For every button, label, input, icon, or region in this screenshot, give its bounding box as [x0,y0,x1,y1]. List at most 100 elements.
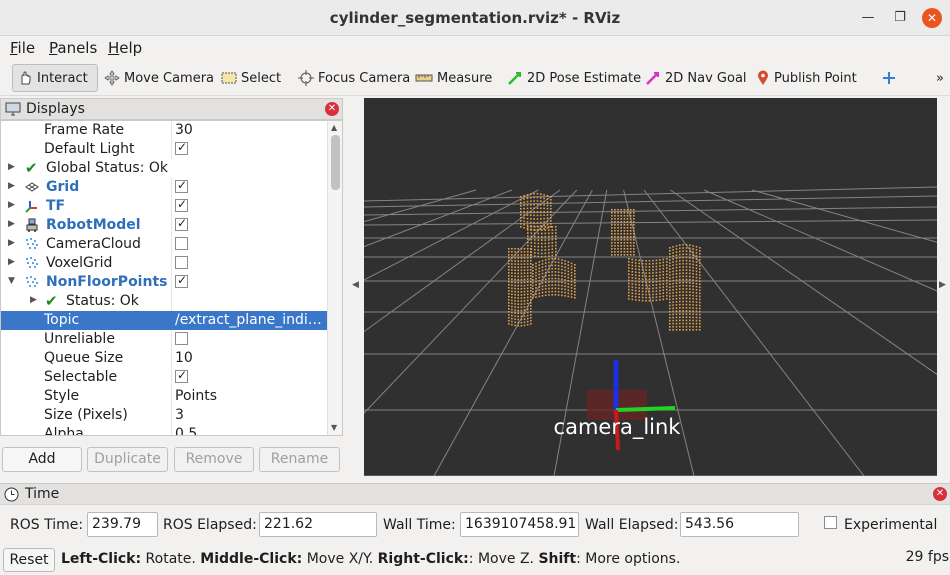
add-display-button[interactable]: Add [2,447,82,472]
rename-display-button[interactable]: Rename [259,447,340,472]
scroll-up-icon[interactable]: ▲ [331,123,337,132]
display-row-tf[interactable]: ▶ TF [1,197,327,216]
cloud-point [695,313,698,316]
cloud-point [662,289,665,291]
camera-cloud-enabled-checkbox[interactable] [175,236,188,250]
property-row-default-light[interactable]: Default Light [1,140,327,159]
tf-enabled-checkbox[interactable] [175,198,188,212]
cloud-point [517,284,519,287]
selectable-checkbox[interactable] [175,369,188,383]
cloud-point [555,226,557,228]
menu-panels[interactable]: Panels [49,39,97,57]
collapse-left-icon[interactable]: ◀ [352,280,359,290]
expand-arrow-icon[interactable]: ▶ [8,257,15,267]
property-row-size-pixels[interactable]: Size (Pixels) 3 [1,406,327,425]
wall-elapsed-field[interactable]: 543.56 [680,512,799,537]
collapse-right-icon[interactable]: ▶ [939,280,946,290]
displays-tree[interactable]: Frame Rate 30 Default Light ▶ ✔ Global S… [0,120,343,436]
cloud-point [523,266,526,268]
unreliable-checkbox[interactable] [175,331,188,345]
cloud-point [611,218,613,220]
interact-tool-button[interactable]: Interact [12,64,98,92]
cloud-point [672,319,674,322]
render-3d-view[interactable]: camera_link [364,98,937,476]
default-light-checkbox[interactable] [175,141,188,155]
property-row-topic[interactable]: Topic /extract_plane_indi… [1,311,327,330]
remove-display-button[interactable]: Remove [174,447,254,472]
experimental-checkbox[interactable] [824,516,837,529]
expand-arrow-icon[interactable]: ▶ [8,219,15,229]
property-row-queue-size[interactable]: Queue Size 10 [1,349,327,368]
right-splitter[interactable]: ▶ [937,98,950,478]
grid-enabled-checkbox[interactable] [175,179,188,193]
expand-arrow-icon[interactable]: ▶ [8,162,15,172]
property-value[interactable]: 3 [175,407,327,423]
cloud-point [669,289,671,292]
measure-tool-button[interactable]: Measure [411,64,496,92]
select-tool-button[interactable]: Select [217,64,285,92]
property-row-unreliable[interactable]: Unreliable [1,330,327,349]
cloud-point [617,209,619,211]
cloud-point [626,236,629,238]
collapse-arrow-icon[interactable]: ▼ [8,276,15,286]
robot-model-enabled-checkbox[interactable] [175,217,188,231]
cloud-point [638,284,640,286]
duplicate-display-button[interactable]: Duplicate [87,447,168,472]
display-row-voxel-grid[interactable]: ▶ VoxelGrid [1,254,327,273]
close-window-button[interactable]: ✕ [922,8,942,28]
cloud-point [544,288,547,290]
cloud-point [520,260,523,262]
reset-button[interactable]: Reset [3,548,55,572]
property-value[interactable]: 30 [175,122,327,138]
toolbar-overflow-button[interactable]: » [932,64,948,92]
cloud-point [699,286,701,289]
cloud-point [526,200,529,203]
expand-arrow-icon[interactable]: ▶ [8,238,15,248]
voxel-grid-enabled-checkbox[interactable] [175,255,188,269]
publish-point-tool-button[interactable]: Publish Point [752,64,861,92]
property-value[interactable]: 0.5 [175,426,327,435]
property-row-selectable[interactable]: Selectable [1,368,327,387]
display-row-status-ok[interactable]: ▶ ✔ Status: Ok [1,292,327,311]
expand-arrow-icon[interactable]: ▶ [8,200,15,210]
cloud-point [611,242,613,244]
scene-canvas[interactable]: camera_link [364,98,937,476]
pose-estimate-tool-button[interactable]: 2D Pose Estimate [503,64,645,92]
cloud-point [523,227,525,229]
cloud-point [517,254,519,256]
maximize-button[interactable]: ❐ [890,8,910,28]
property-row-style[interactable]: Style Points [1,387,327,406]
menu-help[interactable]: Help [108,39,142,57]
move-camera-tool-button[interactable]: Move Camera [100,64,218,92]
topic-value[interactable]: /extract_plane_indi… [175,312,327,328]
wall-elapsed-label: Wall Elapsed: [585,517,679,533]
scrollbar-thumb[interactable] [331,135,340,190]
nav-goal-tool-button[interactable]: 2D Nav Goal [641,64,751,92]
displays-scrollbar[interactable]: ▲ ▼ [327,121,342,435]
menu-file[interactable]: File [10,39,35,57]
expand-arrow-icon[interactable]: ▶ [30,295,37,305]
property-row-alpha[interactable]: Alpha 0.5 [1,425,327,435]
cloud-point [520,205,522,207]
display-row-robot-model[interactable]: ▶ RobotModel [1,216,327,235]
display-row-grid[interactable]: ▶ Grid [1,178,327,197]
ros-time-field[interactable]: 239.79 [87,512,158,537]
cloud-point [564,272,566,275]
display-row-global-status[interactable]: ▶ ✔ Global Status: Ok [1,159,327,178]
scroll-down-icon[interactable]: ▼ [331,423,337,432]
display-row-non-floor-points[interactable]: ▼ NonFloorPoints [1,273,327,292]
property-value[interactable]: 10 [175,350,327,366]
add-tool-button[interactable] [878,64,900,92]
left-splitter[interactable]: ◀ [349,98,363,478]
displays-close-button[interactable]: ✕ [325,102,339,116]
ros-elapsed-field[interactable]: 221.62 [259,512,377,537]
non-floor-points-enabled-checkbox[interactable] [175,274,188,288]
display-row-camera-cloud[interactable]: ▶ CameraCloud [1,235,327,254]
expand-arrow-icon[interactable]: ▶ [8,181,15,191]
focus-camera-tool-button[interactable]: Focus Camera [294,64,414,92]
time-close-button[interactable]: ✕ [933,487,947,501]
minimize-button[interactable]: — [858,8,878,28]
property-value[interactable]: Points [175,388,327,404]
wall-time-field[interactable]: 1639107458.91 [460,512,579,537]
property-row-frame-rate[interactable]: Frame Rate 30 [1,121,327,140]
